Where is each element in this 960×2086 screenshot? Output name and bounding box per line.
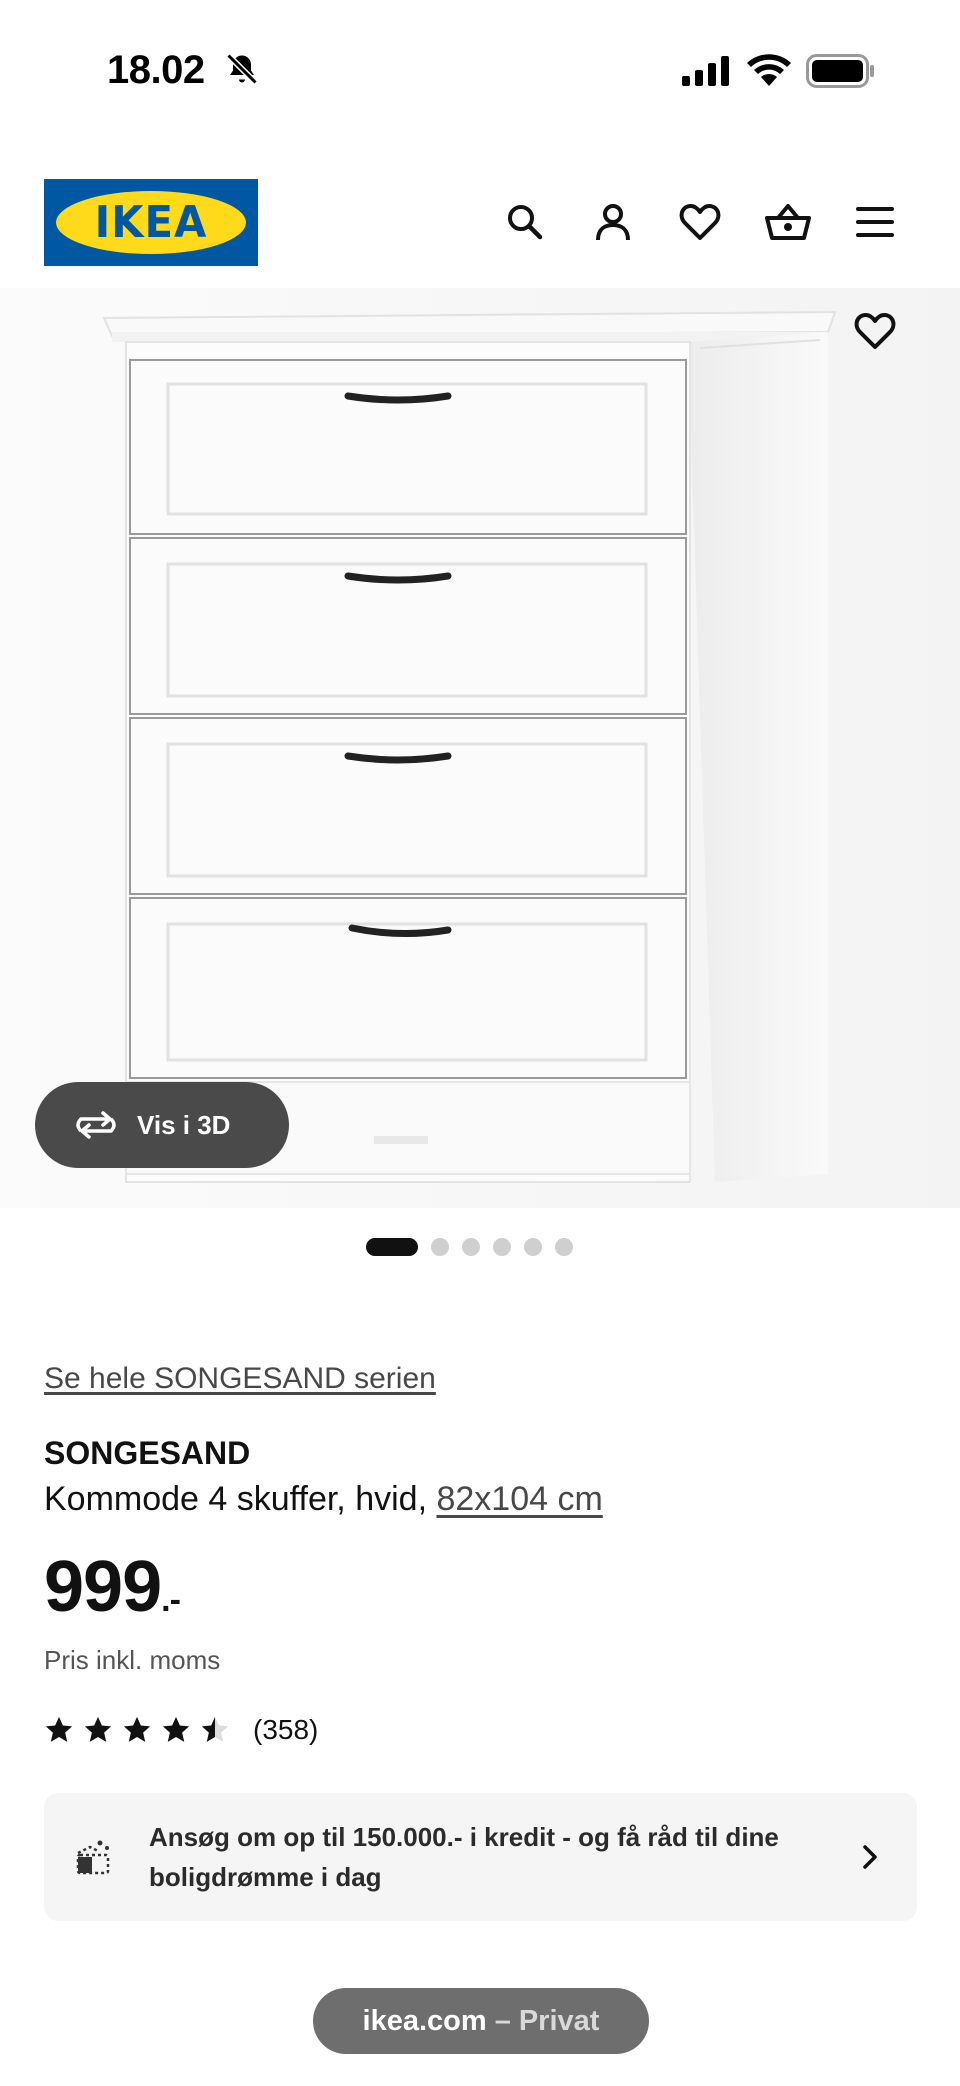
ikea-logo[interactable]: IKEA ® — [44, 179, 258, 266]
bell-slash-icon — [226, 53, 258, 85]
product-name: SONGESAND — [44, 1435, 251, 1471]
drawer-3 — [129, 717, 687, 895]
product-rating[interactable]: (358) — [44, 1714, 318, 1746]
star-full-icon — [84, 1716, 112, 1742]
drawer-2 — [129, 537, 687, 715]
price-value: 999 — [44, 1547, 162, 1627]
star-full-icon — [162, 1716, 190, 1742]
credit-banner-text: Ansøg om op til 150.000.- i kredit - og … — [149, 1822, 779, 1892]
pagination-dot[interactable] — [462, 1238, 480, 1256]
logo-registered-mark: ® — [236, 201, 243, 211]
url-host: ikea.com — [362, 2004, 487, 2037]
search-button[interactable] — [500, 197, 550, 247]
url-separator: – — [494, 2004, 511, 2037]
basket-button[interactable] — [763, 197, 813, 247]
add-to-favourites-button[interactable] — [850, 306, 900, 356]
pagination-dot[interactable] — [431, 1238, 449, 1256]
price-note: Pris inkl. moms — [44, 1645, 221, 1675]
logo-text: IKEA — [94, 197, 208, 248]
drawer-4 — [129, 897, 687, 1079]
browser-address-bar[interactable]: ikea.com – Privat — [313, 1988, 649, 2054]
credit-card-icon — [76, 1840, 110, 1875]
private-mode-label: Privat — [518, 2004, 600, 2037]
cellular-signal-icon — [682, 56, 729, 86]
product-price: 999.- — [44, 1546, 181, 1628]
status-time: 18.02 — [107, 48, 205, 92]
pagination-dot[interactable] — [555, 1238, 573, 1256]
wifi-icon — [747, 54, 791, 86]
pagination-dot-active[interactable] — [366, 1238, 418, 1256]
product-description-text: Kommode 4 skuffer, hvid, — [44, 1480, 437, 1518]
star-full-icon — [45, 1716, 73, 1742]
heart-icon — [854, 312, 896, 349]
star-half-icon — [201, 1716, 229, 1742]
rotate-3d-icon — [76, 1111, 116, 1139]
product-description: Kommode 4 skuffer, hvid, 82x104 cm — [44, 1480, 603, 1519]
favourites-button[interactable] — [675, 197, 725, 247]
view-in-3d-label: Vis i 3D — [137, 1109, 231, 1140]
battery-icon — [806, 54, 874, 88]
drawer-1 — [129, 359, 687, 535]
pagination-dot[interactable] — [493, 1238, 511, 1256]
status-bar: 18.02 — [0, 0, 960, 140]
account-icon — [596, 204, 630, 241]
dresser-illustration — [0, 288, 960, 1208]
view-in-3d-button[interactable]: Vis i 3D — [35, 1082, 289, 1168]
chevron-right-icon — [863, 1845, 877, 1869]
image-pagination — [0, 1236, 960, 1258]
rating-count: (358) — [253, 1714, 319, 1745]
account-button[interactable] — [588, 197, 638, 247]
product-dimensions-link[interactable]: 82x104 cm — [436, 1480, 602, 1518]
menu-button[interactable] — [850, 197, 900, 247]
star-full-icon — [123, 1716, 151, 1742]
series-link[interactable]: Se hele SONGESAND serien — [44, 1362, 436, 1396]
shopping-basket-icon — [765, 204, 811, 240]
heart-icon — [679, 203, 721, 240]
price-suffix: .- — [161, 1581, 181, 1619]
product-image[interactable] — [0, 288, 960, 1208]
credit-banner[interactable]: Ansøg om op til 150.000.- i kredit - og … — [44, 1793, 917, 1921]
search-icon — [508, 205, 543, 240]
pagination-dot[interactable] — [524, 1238, 542, 1256]
menu-icon — [856, 207, 894, 237]
